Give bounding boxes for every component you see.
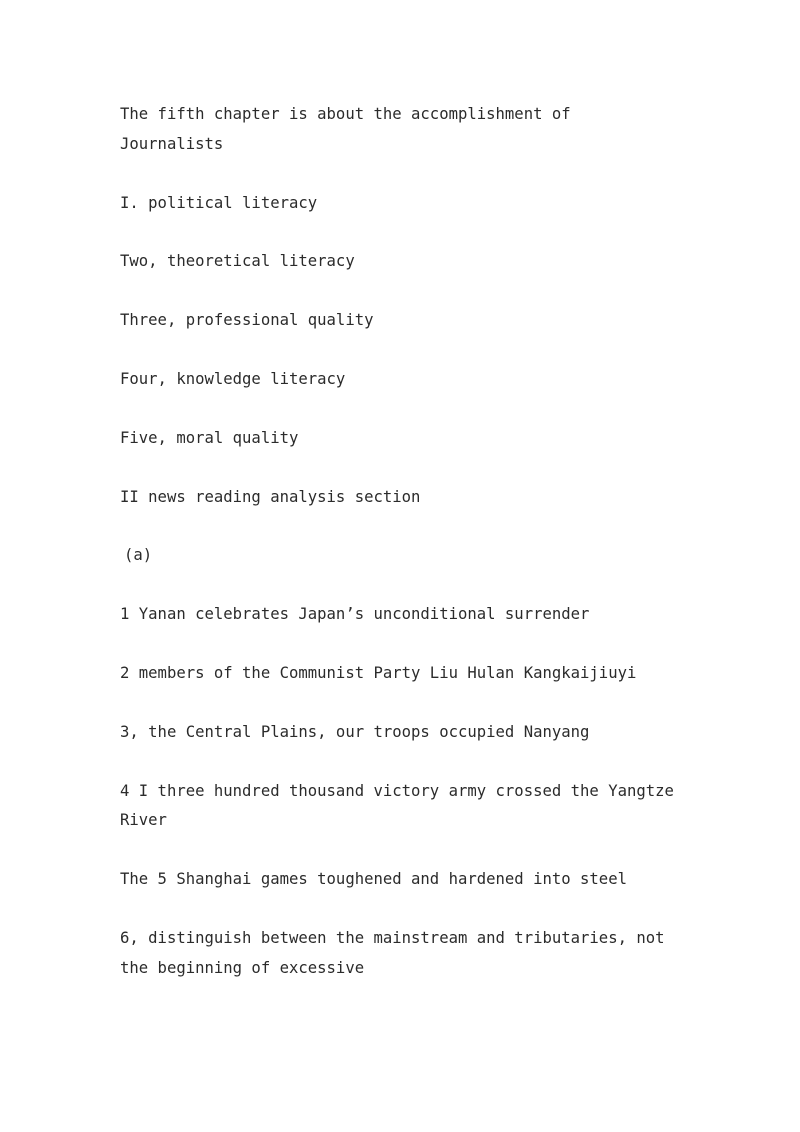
document-page: The fifth chapter is about the accomplis… bbox=[0, 0, 800, 1132]
document-text-body: The fifth chapter is about the accomplis… bbox=[120, 100, 680, 984]
paragraph: 3, the Central Plains, our troops occupi… bbox=[120, 722, 590, 741]
paragraph: Three, professional quality bbox=[120, 311, 374, 330]
paragraph: II news reading analysis section bbox=[120, 487, 421, 506]
paragraph: (a) bbox=[124, 546, 153, 565]
paragraph: Five, moral quality bbox=[120, 428, 299, 447]
paragraph: The fifth chapter is about the accomplis… bbox=[120, 105, 581, 153]
paragraph: Two, theoretical literacy bbox=[120, 252, 355, 271]
paragraph: The 5 Shanghai games toughened and harde… bbox=[120, 870, 627, 889]
paragraph: 4 I three hundred thousand victory army … bbox=[120, 781, 684, 830]
paragraph: 1 Yanan celebrates Japan’s unconditional… bbox=[120, 605, 590, 624]
paragraph: I. political literacy bbox=[120, 193, 318, 212]
paragraph: Four, knowledge literacy bbox=[120, 369, 346, 388]
paragraph: 6, distinguish between the mainstream an… bbox=[120, 928, 674, 977]
paragraph: 2 members of the Communist Party Liu Hul… bbox=[120, 663, 637, 682]
